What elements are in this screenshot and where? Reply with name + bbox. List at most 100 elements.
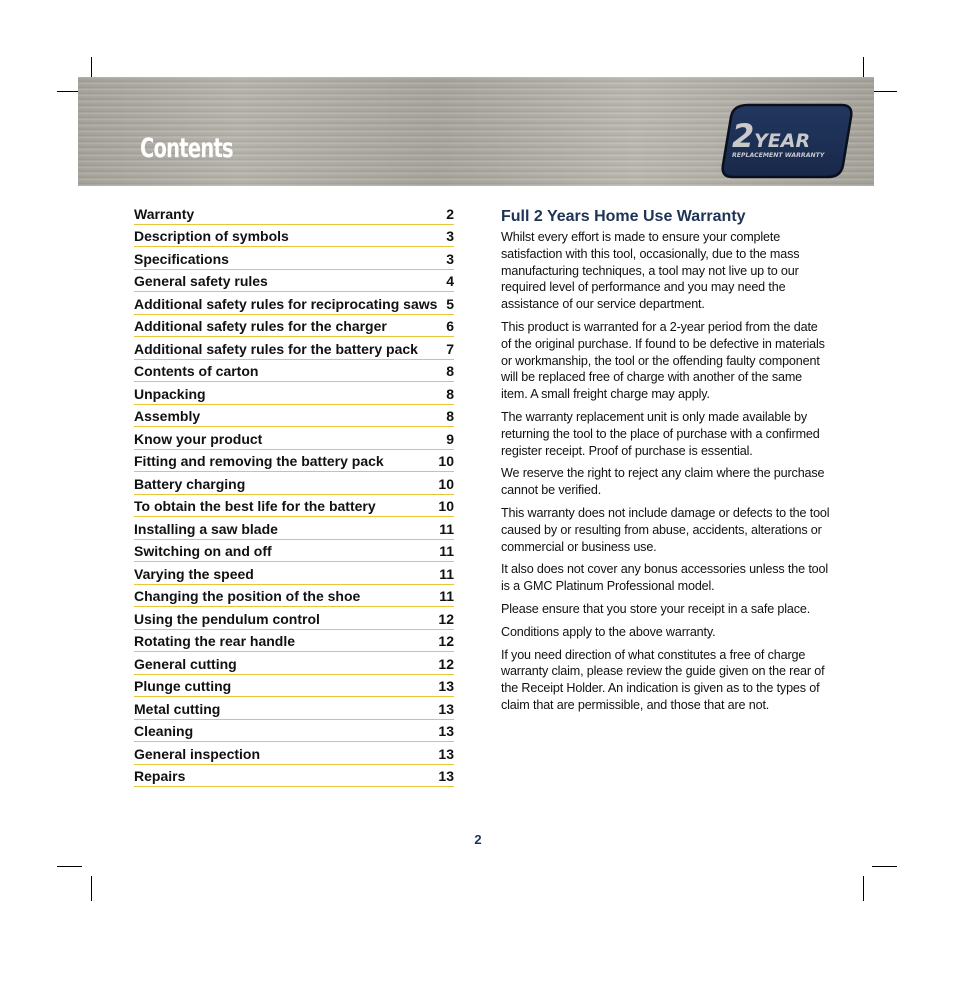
toc-entry-page: 8 — [446, 363, 454, 379]
toc-entry[interactable]: Additional safety rules for reciprocatin… — [134, 292, 454, 315]
warranty-section: Full 2 Years Home Use Warranty Whilst ev… — [501, 207, 831, 720]
toc-entry-page: 11 — [439, 588, 454, 604]
toc-entry[interactable]: Installing a saw blade 11 — [134, 517, 454, 540]
toc-entry[interactable]: General cutting 12 — [134, 652, 454, 675]
toc-entry-page: 5 — [446, 295, 454, 312]
warranty-paragraph: Conditions apply to the above warranty. — [501, 624, 716, 639]
toc-entry-label: Repairs — [134, 768, 186, 784]
crop-mark — [91, 876, 92, 901]
toc-entry-label: Battery charging — [134, 475, 246, 492]
toc-entry[interactable]: Rotating the rear handle 12 — [134, 630, 454, 652]
toc-entry[interactable]: Specifications 3 — [134, 247, 454, 270]
toc-entry-page: 13 — [438, 723, 454, 739]
toc-entry-page: 13 — [438, 768, 454, 784]
toc-entry-label: Additional safety rules for reciprocatin… — [134, 295, 438, 312]
toc-entry-label: Additional safety rules for the battery … — [134, 340, 418, 357]
warranty-paragraph: This warranty does not include damage or… — [501, 505, 830, 554]
toc-entry[interactable]: Battery charging 10 — [134, 472, 454, 495]
toc-entry[interactable]: Repairs 13 — [134, 765, 454, 787]
toc-entry-label: Changing the position of the shoe — [134, 588, 361, 604]
toc-entry-label: Unpacking — [134, 385, 206, 402]
toc-entry-page: 4 — [446, 273, 454, 289]
toc-entry-page: 2 — [446, 205, 454, 222]
warranty-paragraph: We reserve the right to reject any claim… — [501, 466, 825, 498]
toc-entry-page: 12 — [438, 610, 454, 627]
warranty-paragraph: This product is warranted for a 2-year p… — [501, 319, 825, 402]
toc-entry[interactable]: Description of symbols 3 — [134, 225, 454, 247]
table-of-contents: Warranty 2 Description of symbols 3 Specific… — [134, 202, 454, 787]
toc-entry-label: Know your product — [134, 430, 263, 447]
toc-entry[interactable]: Warranty 2 — [134, 202, 454, 225]
crop-mark — [872, 91, 897, 92]
toc-entry-label: Varying the speed — [134, 565, 254, 582]
toc-entry-page: 12 — [438, 633, 454, 649]
toc-entry[interactable]: General inspection 13 — [134, 742, 454, 765]
toc-entry[interactable]: Switching on and off 11 — [134, 540, 454, 562]
page-title: Contents — [140, 133, 234, 164]
toc-entry[interactable]: Varying the speed 11 — [134, 562, 454, 585]
toc-entry-label: Contents of carton — [134, 363, 259, 379]
toc-entry-label: Rotating the rear handle — [134, 633, 296, 649]
toc-entry-page: 11 — [439, 565, 454, 582]
badge-subtitle: REPLACEMENT WARRANTY — [732, 152, 825, 159]
crop-mark — [863, 876, 864, 901]
toc-entry[interactable]: General safety rules 4 — [134, 270, 454, 292]
toc-entry-page: 7 — [446, 340, 454, 357]
toc-entry[interactable]: Cleaning 13 — [134, 720, 454, 742]
toc-entry-label: Specifications — [134, 250, 229, 267]
toc-entry-label: Switching on and off — [134, 543, 272, 559]
warranty-paragraph: It also does not cover any bonus accesso… — [501, 562, 829, 594]
toc-entry-label: General safety rules — [134, 273, 268, 289]
toc-entry[interactable]: Using the pendulum control 12 — [134, 607, 454, 630]
warranty-body: Whilst every effort is made to ensure yo… — [501, 229, 831, 714]
toc-entry-label: Fitting and removing the battery pack — [134, 453, 384, 469]
toc-entry[interactable]: Fitting and removing the battery pack 10 — [134, 450, 454, 472]
toc-entry-label: Metal cutting — [134, 700, 221, 717]
toc-entry-label: General cutting — [134, 655, 237, 672]
warranty-paragraph: Please ensure that you store your receip… — [501, 601, 811, 616]
toc-entry-label: Assembly — [134, 408, 201, 424]
warranty-heading: Full 2 Years Home Use Warranty — [501, 208, 746, 225]
toc-entry[interactable]: Metal cutting 13 — [134, 697, 454, 720]
page-number: 2 — [474, 832, 482, 847]
toc-entry-page: 3 — [446, 250, 454, 267]
toc-entry-label: Installing a saw blade — [134, 520, 278, 537]
toc-entry-label: Cleaning — [134, 723, 194, 739]
toc-entry-page: 8 — [446, 385, 454, 402]
badge-number: 2 — [732, 117, 754, 155]
toc-entry[interactable]: Contents of carton 8 — [134, 360, 454, 382]
toc-entry-page: 10 — [438, 453, 454, 469]
toc-entry-label: General inspection — [134, 745, 261, 762]
toc-entry[interactable]: Assembly 8 — [134, 405, 454, 427]
badge-word: YEAR — [754, 130, 810, 152]
toc-entry-page: 3 — [446, 228, 454, 244]
toc-entry[interactable]: Additional safety rules for the charger 6 — [134, 315, 454, 337]
toc-entry[interactable]: Changing the position of the shoe 11 — [134, 585, 454, 607]
toc-entry-page: 9 — [446, 430, 454, 447]
toc-entry-page: 13 — [438, 700, 454, 717]
crop-mark — [57, 866, 82, 867]
toc-entry[interactable]: Additional safety rules for the battery … — [134, 337, 454, 360]
toc-entry[interactable]: Plunge cutting 13 — [134, 675, 454, 697]
toc-entry-label: Plunge cutting — [134, 678, 232, 694]
warranty-badge-icon: 2 YEAR REPLACEMENT WARRANTY — [721, 103, 853, 179]
toc-entry[interactable]: Know your product 9 — [134, 427, 454, 450]
toc-entry[interactable]: To obtain the best life for the battery 1… — [134, 495, 454, 517]
toc-entry-page: 12 — [438, 655, 454, 672]
toc-entry-page: 13 — [438, 745, 454, 762]
toc-entry-page: 6 — [446, 318, 454, 334]
toc-entry-label: Using the pendulum control — [134, 610, 320, 627]
toc-entry-page: 11 — [439, 520, 454, 537]
toc-entry[interactable]: Unpacking 8 — [134, 382, 454, 405]
crop-mark — [872, 866, 897, 867]
toc-entry-page: 11 — [439, 543, 454, 559]
warranty-badge: 2 YEAR REPLACEMENT WARRANTY — [720, 103, 854, 179]
toc-entry-page: 8 — [446, 408, 454, 424]
warranty-paragraph: If you need direction of what constitute… — [501, 647, 825, 712]
warranty-paragraph: The warranty replacement unit is only ma… — [501, 409, 820, 458]
toc-entry-page: 10 — [438, 475, 454, 492]
toc-entry-label: Description of symbols — [134, 228, 289, 244]
warranty-paragraph: Whilst every effort is made to ensure yo… — [501, 230, 800, 312]
toc-entry-label: Additional safety rules for the charger — [134, 318, 387, 334]
toc-entry-page: 13 — [438, 678, 454, 694]
